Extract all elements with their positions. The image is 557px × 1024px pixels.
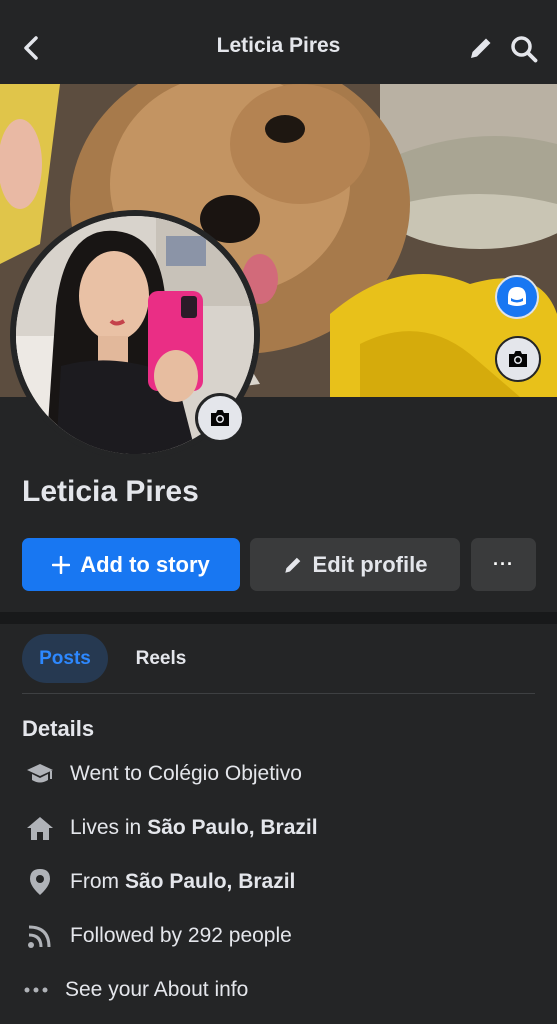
more-options-button[interactable]: ··· bbox=[471, 538, 536, 591]
detail-followers[interactable]: Followed by 292 people bbox=[24, 920, 292, 952]
graduation-cap-icon bbox=[24, 758, 56, 790]
pencil-icon bbox=[284, 557, 300, 573]
detail-value: São Paulo, Brazil bbox=[147, 816, 318, 839]
detail-text: From bbox=[70, 870, 119, 893]
plus-icon bbox=[52, 555, 71, 574]
top-bar: Leticia Pires bbox=[0, 0, 557, 84]
add-to-story-label: Add to story bbox=[80, 551, 210, 577]
detail-text: See your About info bbox=[65, 978, 249, 1001]
search-icon[interactable] bbox=[510, 35, 538, 63]
camera-icon bbox=[211, 410, 229, 426]
detail-text: Lives in bbox=[70, 816, 142, 839]
edit-profile-picture-button[interactable] bbox=[195, 393, 245, 443]
add-to-story-button[interactable]: Add to story bbox=[22, 538, 240, 591]
detail-value: São Paulo, Brazil bbox=[125, 870, 296, 893]
tabs-divider bbox=[22, 693, 535, 694]
home-icon bbox=[24, 812, 56, 844]
detail-text: Followed by 292 people bbox=[70, 924, 292, 947]
details-heading: Details bbox=[22, 716, 95, 741]
detail-text: Went to Colégio Objetivo bbox=[70, 762, 302, 785]
tab-reels[interactable]: Reels bbox=[118, 634, 204, 683]
detail-from[interactable]: From São Paulo, Brazil bbox=[24, 866, 295, 898]
profile-name: Leticia Pires bbox=[22, 475, 199, 508]
avatar-builder-button[interactable] bbox=[495, 275, 539, 319]
more-dots-icon: ··· bbox=[493, 554, 514, 574]
avatar-face-icon bbox=[508, 287, 526, 306]
tab-posts[interactable]: Posts bbox=[22, 634, 108, 683]
location-pin-icon bbox=[24, 866, 56, 898]
more-dots-icon bbox=[24, 974, 48, 1006]
detail-education[interactable]: Went to Colégio Objetivo bbox=[24, 758, 302, 790]
camera-icon bbox=[509, 351, 527, 367]
edit-cover-photo-button[interactable] bbox=[495, 336, 541, 382]
pencil-icon[interactable] bbox=[468, 35, 494, 61]
edit-profile-button[interactable]: Edit profile bbox=[250, 538, 460, 591]
rss-icon bbox=[24, 920, 56, 952]
detail-lives-in[interactable]: Lives in São Paulo, Brazil bbox=[24, 812, 318, 844]
section-divider bbox=[0, 612, 557, 624]
see-about-info-link[interactable]: See your About info bbox=[24, 974, 248, 1006]
edit-profile-label: Edit profile bbox=[312, 551, 428, 577]
